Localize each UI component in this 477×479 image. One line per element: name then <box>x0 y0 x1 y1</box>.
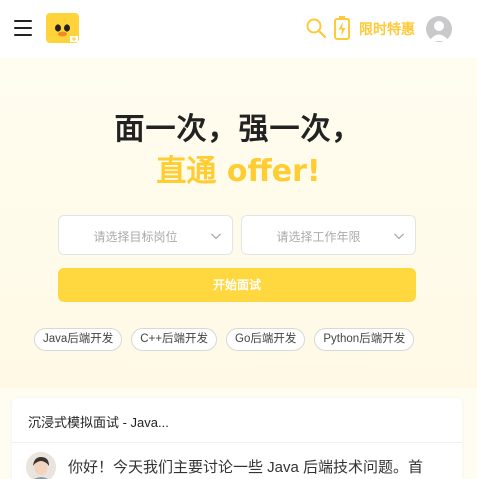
hero-headline-line2: 直通 offer! <box>0 146 477 190</box>
chevron-down-icon <box>210 229 222 241</box>
tag-java-backend[interactable]: Java后端开发 <box>34 328 123 351</box>
target-position-select[interactable]: 请选择目标岗位 <box>58 215 233 255</box>
hamburger-icon[interactable] <box>14 20 32 36</box>
hero-headline-line1: 面一次，强一次， <box>114 112 363 147</box>
duck-logo-icon[interactable] <box>46 13 79 43</box>
hero-headline-highlight: 直通 offer! <box>156 154 321 189</box>
interview-session-card[interactable]: 沉浸式模拟面试 - Java... 你好！今天我们主要讨论一些 Java 后端技… <box>12 398 462 479</box>
role-tag-list: Java后端开发 C++后端开发 Go后端开发 Python后端开发 <box>34 328 423 352</box>
interviewer-avatar-icon <box>26 452 56 479</box>
promo-link[interactable]: 限时特惠 <box>359 19 415 39</box>
divider <box>12 442 462 443</box>
session-title: 沉浸式模拟面试 - Java... <box>28 415 169 430</box>
work-experience-placeholder: 请选择工作年限 <box>276 230 361 244</box>
start-interview-button[interactable]: 开始面试 <box>58 268 416 302</box>
tag-cpp-backend[interactable]: C++后端开发 <box>131 328 218 351</box>
top-navigation-bar: 限时特惠 <box>0 0 477 58</box>
battery-bolt-icon[interactable] <box>333 15 351 41</box>
tag-go-backend[interactable]: Go后端开发 <box>226 328 306 351</box>
user-avatar-icon[interactable] <box>426 16 452 42</box>
work-experience-select[interactable]: 请选择工作年限 <box>241 215 416 255</box>
chevron-down-icon <box>393 229 405 241</box>
search-icon[interactable] <box>305 17 327 39</box>
tag-python-backend[interactable]: Python后端开发 <box>314 328 415 351</box>
session-message-preview: 你好！今天我们主要讨论一些 Java 后端技术问题。首 <box>68 459 424 476</box>
target-position-placeholder: 请选择目标岗位 <box>93 230 178 244</box>
